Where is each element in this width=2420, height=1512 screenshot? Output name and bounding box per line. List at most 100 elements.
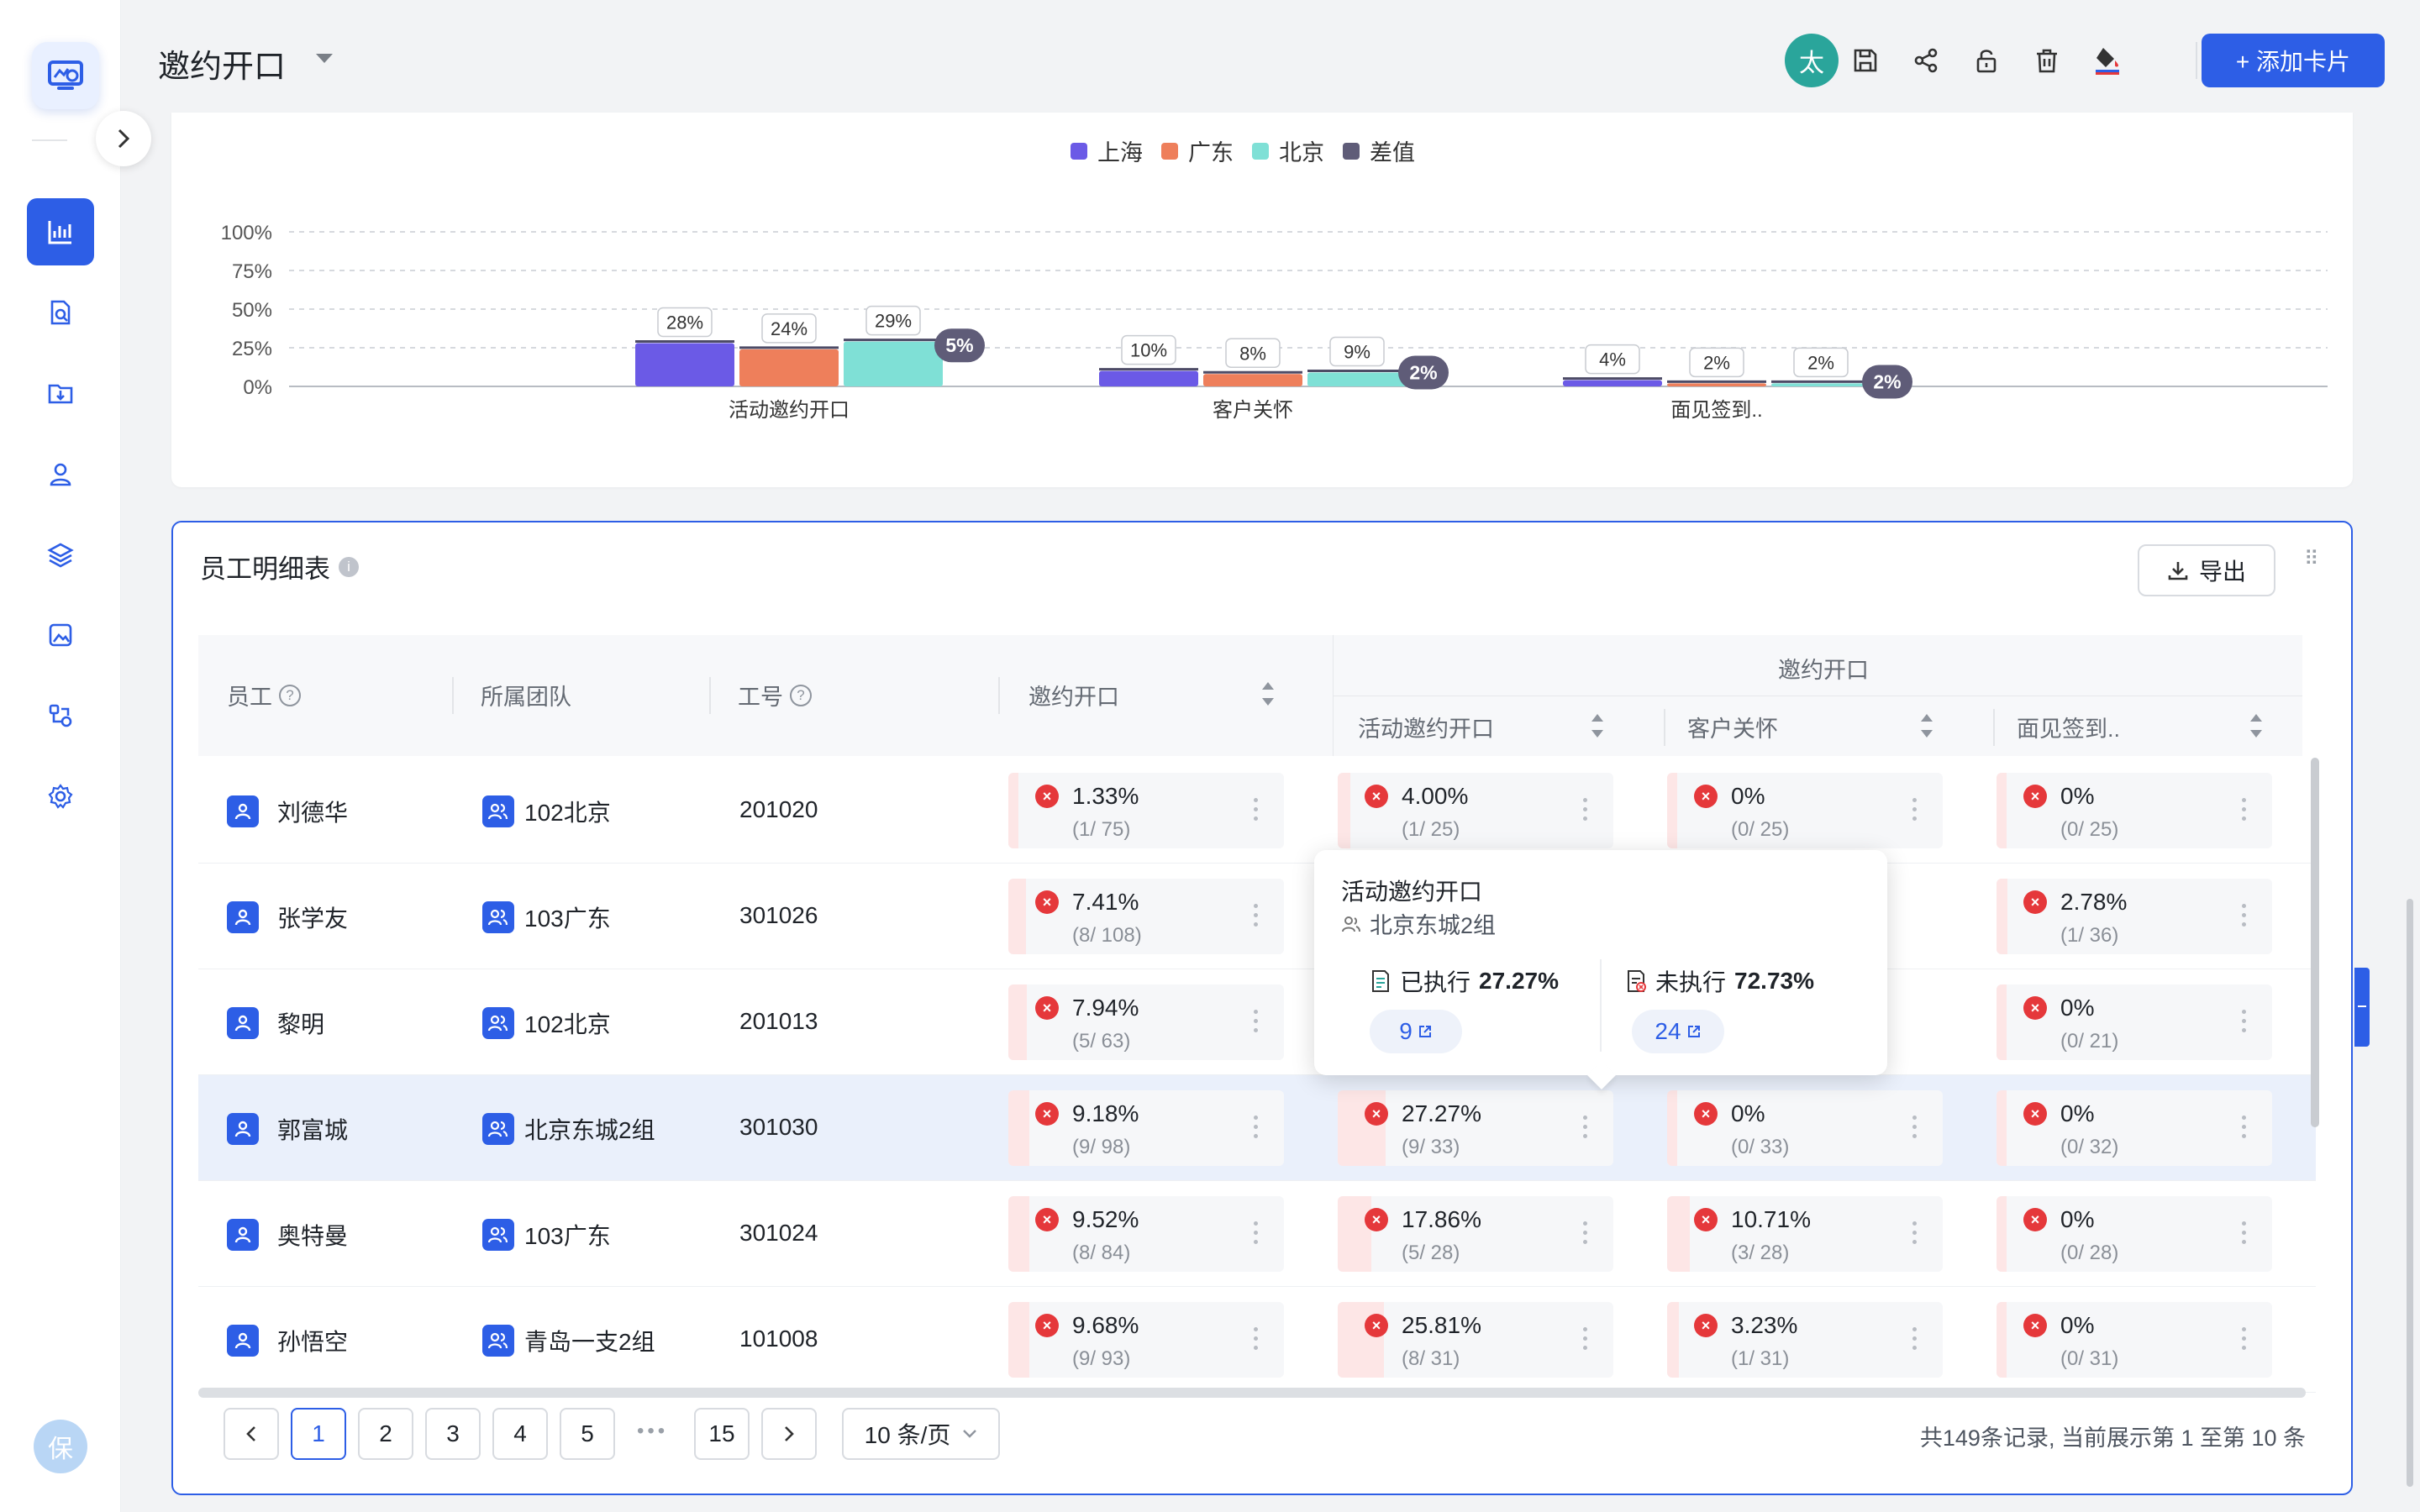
sort-icon[interactable] bbox=[2250, 714, 2262, 738]
more-icon[interactable] bbox=[2242, 798, 2247, 823]
more-icon[interactable] bbox=[1254, 1221, 1259, 1247]
sidebar-item-settings[interactable] bbox=[27, 763, 94, 830]
team-cell[interactable]: 103广东 bbox=[482, 900, 611, 934]
sort-icon[interactable] bbox=[1921, 714, 1933, 738]
employee-cell[interactable]: 孙悟空 bbox=[227, 1324, 348, 1357]
prev-page-button[interactable] bbox=[224, 1408, 279, 1460]
more-icon[interactable] bbox=[1583, 1221, 1588, 1247]
metric-cell[interactable]: × 0% (0/ 31) bbox=[1996, 1302, 2272, 1378]
metric-cell[interactable]: × 9.52% (8/ 84) bbox=[1008, 1196, 1284, 1272]
export-button[interactable]: 导出 bbox=[2138, 544, 2275, 596]
more-icon[interactable] bbox=[1254, 798, 1259, 823]
employee-cell[interactable]: 刘德华 bbox=[227, 795, 348, 828]
done-count-link[interactable]: 9 bbox=[1370, 1010, 1462, 1053]
add-card-button[interactable]: + 添加卡片 bbox=[2202, 34, 2385, 87]
more-icon[interactable] bbox=[2242, 1116, 2247, 1141]
metric-cell[interactable]: × 0% (0/ 32) bbox=[1996, 1090, 2272, 1166]
employee-cell[interactable]: 张学友 bbox=[227, 900, 348, 934]
metric-cell[interactable]: × 9.68% (9/ 93) bbox=[1008, 1302, 1284, 1378]
metric-cell[interactable]: × 0% (0/ 21) bbox=[1996, 984, 2272, 1060]
metric-cell[interactable]: × 4.00% (1/ 25) bbox=[1338, 773, 1613, 848]
more-icon[interactable] bbox=[1254, 1010, 1259, 1035]
sidebar-item-gallery[interactable] bbox=[27, 601, 94, 669]
page-size-select[interactable]: 10 条/页 bbox=[842, 1408, 1000, 1460]
more-icon[interactable] bbox=[1583, 1116, 1588, 1141]
metric-cell[interactable]: × 7.41% (8/ 108) bbox=[1008, 879, 1284, 954]
team-cell[interactable]: 北京东城2组 bbox=[482, 1112, 655, 1146]
page-scrollbar[interactable] bbox=[2407, 899, 2413, 1487]
more-icon[interactable] bbox=[1912, 1221, 1918, 1247]
page-ellipsis[interactable]: ••• bbox=[637, 1420, 668, 1443]
more-icon[interactable] bbox=[1583, 1327, 1588, 1352]
table-row[interactable]: 刘德华 102北京 201020 × 1.33% (1/ 75) × 4.00% (1/ 25)… bbox=[198, 758, 2316, 864]
page-button-4[interactable]: 4 bbox=[492, 1408, 548, 1460]
caret-down-icon[interactable] bbox=[316, 54, 333, 63]
more-icon[interactable] bbox=[1912, 1116, 1918, 1141]
more-icon[interactable] bbox=[2242, 1221, 2247, 1247]
metric-cell[interactable]: × 0% (0/ 33) bbox=[1667, 1090, 1943, 1166]
more-icon[interactable] bbox=[1254, 1327, 1259, 1352]
sidebar-item-users[interactable] bbox=[27, 440, 94, 507]
sidebar-item-flow[interactable] bbox=[27, 682, 94, 749]
more-icon[interactable] bbox=[1583, 798, 1588, 823]
table-row[interactable]: 孙悟空 青岛一支2组 101008 × 9.68% (9/ 93) × 25.81% (8/ 3… bbox=[198, 1287, 2316, 1393]
more-icon[interactable] bbox=[2242, 1010, 2247, 1035]
app-logo-icon[interactable] bbox=[32, 42, 99, 109]
metric-cell[interactable]: × 0% (0/ 25) bbox=[1996, 773, 2272, 848]
team-cell[interactable]: 青岛一支2组 bbox=[482, 1324, 655, 1357]
table-row[interactable]: 郭富城 北京东城2组 301030 × 9.18% (9/ 98) × 27.27% (9/ 3… bbox=[198, 1075, 2316, 1181]
metric-cell[interactable]: × 3.23% (1/ 31) bbox=[1667, 1302, 1943, 1378]
delete-button[interactable] bbox=[2027, 40, 2067, 81]
sidebar-item-layers[interactable] bbox=[27, 521, 94, 588]
help-icon[interactable]: ? bbox=[790, 684, 812, 706]
more-icon[interactable] bbox=[2242, 904, 2247, 929]
side-panel-toggle[interactable] bbox=[2354, 968, 2370, 1047]
collaborator-avatar[interactable]: 太 bbox=[1785, 34, 1839, 87]
employee-cell[interactable]: 黎明 bbox=[227, 1006, 324, 1040]
sidebar-item-files[interactable] bbox=[27, 360, 94, 427]
sort-icon[interactable] bbox=[1262, 682, 1274, 706]
horizontal-scrollbar[interactable] bbox=[198, 1388, 2306, 1398]
team-cell[interactable]: 102北京 bbox=[482, 1006, 611, 1040]
table-row[interactable]: 奥特曼 103广东 301024 × 9.52% (8/ 84) × 17.86% (5/ 28… bbox=[198, 1181, 2316, 1287]
share-button[interactable] bbox=[1906, 40, 1946, 81]
user-avatar[interactable]: 保 bbox=[34, 1420, 87, 1473]
lock-button[interactable] bbox=[1966, 40, 2007, 81]
page-button-1[interactable]: 1 bbox=[291, 1408, 346, 1460]
metric-cell[interactable]: × 10.71% (3/ 28) bbox=[1667, 1196, 1943, 1272]
page-button-last[interactable]: 15 bbox=[694, 1408, 750, 1460]
team-cell[interactable]: 102北京 bbox=[482, 795, 611, 828]
page-button-5[interactable]: 5 bbox=[560, 1408, 615, 1460]
page-button-3[interactable]: 3 bbox=[425, 1408, 481, 1460]
metric-cell[interactable]: × 1.33% (1/ 75) bbox=[1008, 773, 1284, 848]
more-icon[interactable] bbox=[1912, 798, 1918, 823]
sidebar-item-reports[interactable] bbox=[27, 279, 94, 346]
vertical-scrollbar[interactable] bbox=[2311, 758, 2319, 1127]
info-icon[interactable]: i bbox=[339, 556, 359, 577]
sidebar-item-dashboard[interactable] bbox=[27, 198, 94, 265]
team-cell[interactable]: 103广东 bbox=[482, 1218, 611, 1252]
sort-icon[interactable] bbox=[1591, 714, 1603, 738]
help-icon[interactable]: ? bbox=[279, 684, 301, 706]
drag-handle-icon[interactable]: ⠿ bbox=[2304, 549, 2321, 570]
more-icon[interactable] bbox=[1254, 1116, 1259, 1141]
metric-cell[interactable]: × 7.94% (5/ 63) bbox=[1008, 984, 1284, 1060]
metric-cell[interactable]: × 2.78% (1/ 36) bbox=[1996, 879, 2272, 954]
metric-cell[interactable]: × 0% (0/ 25) bbox=[1667, 773, 1943, 848]
metric-cell[interactable]: × 17.86% (5/ 28) bbox=[1338, 1196, 1613, 1272]
next-page-button[interactable] bbox=[761, 1408, 817, 1460]
employee-cell[interactable]: 奥特曼 bbox=[227, 1218, 348, 1252]
page-title[interactable]: 邀约开口 bbox=[158, 40, 286, 87]
metric-cell[interactable]: × 27.27% (9/ 33) bbox=[1338, 1090, 1613, 1166]
metric-cell[interactable]: × 0% (0/ 28) bbox=[1996, 1196, 2272, 1272]
todo-count-link[interactable]: 24 bbox=[1632, 1010, 1724, 1053]
employee-cell[interactable]: 郭富城 bbox=[227, 1112, 348, 1146]
more-icon[interactable] bbox=[1254, 904, 1259, 929]
table-row[interactable]: 黎明 102北京 201013 × 7.94% (5/ 63) × 0% (0/ 21) bbox=[198, 969, 2316, 1075]
more-icon[interactable] bbox=[2242, 1327, 2247, 1352]
table-row[interactable]: 张学友 103广东 301026 × 7.41% (8/ 108) × 2.78% (1/ 36… bbox=[198, 864, 2316, 969]
save-button[interactable] bbox=[1845, 40, 1886, 81]
page-button-2[interactable]: 2 bbox=[358, 1408, 413, 1460]
metric-cell[interactable]: × 9.18% (9/ 98) bbox=[1008, 1090, 1284, 1166]
sidebar-expand-button[interactable] bbox=[96, 111, 151, 166]
